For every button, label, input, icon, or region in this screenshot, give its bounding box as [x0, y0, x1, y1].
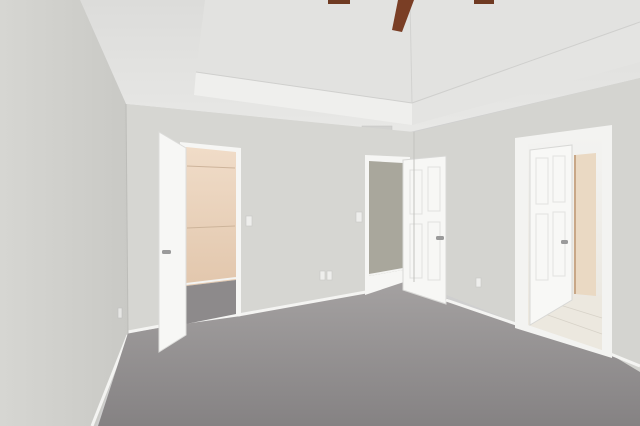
- door-handle: [561, 240, 568, 244]
- closet-door-middle[interactable]: [402, 155, 447, 305]
- closet-door-left[interactable]: [158, 131, 187, 353]
- light-switch: [245, 215, 253, 227]
- wall-outlet: [475, 277, 482, 288]
- wall-outlet: [326, 270, 333, 281]
- light-switch: [355, 211, 363, 223]
- door-handle: [436, 236, 444, 240]
- bedroom-photo: [0, 0, 640, 426]
- wall-outlet: [117, 307, 123, 319]
- door-handle: [162, 250, 171, 254]
- walk-in-closet: [180, 142, 241, 324]
- bathroom-door[interactable]: [529, 144, 573, 326]
- wall-outlet: [319, 270, 326, 281]
